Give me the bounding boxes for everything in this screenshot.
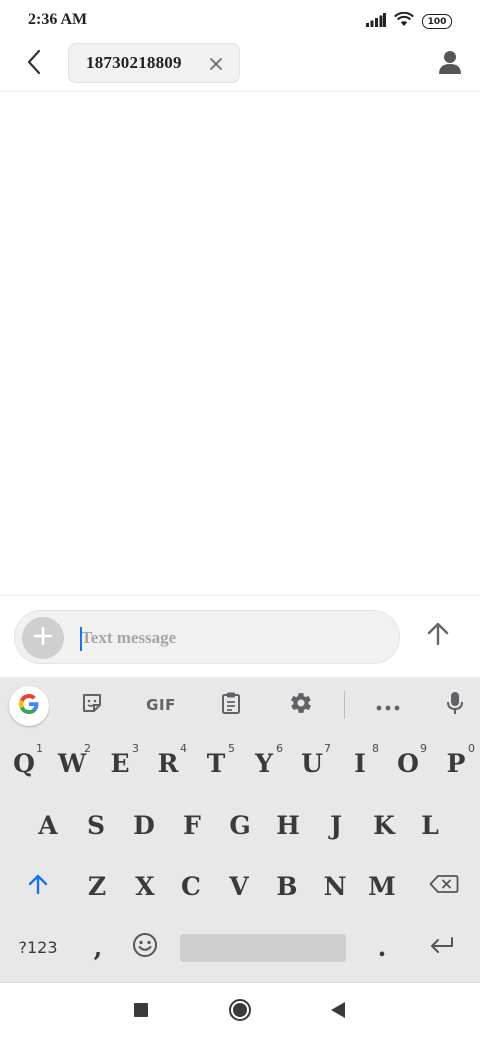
key-hint: 2 xyxy=(84,742,91,755)
back-arrow-icon xyxy=(26,49,42,79)
battery-icon: 100 xyxy=(422,14,452,29)
key-f[interactable]: F xyxy=(169,798,215,852)
key-x[interactable]: X xyxy=(122,859,168,913)
key-l[interactable]: L xyxy=(407,798,453,852)
key-hint: 9 xyxy=(420,742,427,755)
gif-button[interactable]: GIF xyxy=(140,688,182,722)
send-button[interactable] xyxy=(420,618,456,654)
text-caret xyxy=(80,627,82,651)
enter-icon xyxy=(429,936,455,958)
key-e[interactable]: E3 xyxy=(97,736,143,790)
home-button[interactable] xyxy=(223,995,257,1029)
sticker-button[interactable] xyxy=(74,688,110,722)
close-icon[interactable] xyxy=(207,55,225,73)
key-hint: 1 xyxy=(36,742,43,755)
comma-key[interactable]: , xyxy=(75,920,121,974)
message-thread-area xyxy=(0,92,480,594)
key-p[interactable]: P0 xyxy=(433,736,479,790)
key-hint: 6 xyxy=(276,742,283,755)
key-j[interactable]: J xyxy=(313,798,359,852)
back-triangle-icon xyxy=(330,1001,346,1023)
key-hint: 8 xyxy=(372,742,379,755)
recents-button[interactable] xyxy=(124,995,158,1029)
sticker-icon xyxy=(81,692,103,718)
key-i[interactable]: I8 xyxy=(337,736,383,790)
voice-input-button[interactable] xyxy=(437,688,473,722)
toolbar-divider xyxy=(344,691,345,719)
more-button[interactable] xyxy=(370,688,406,722)
gif-label: GIF xyxy=(146,696,176,714)
key-o[interactable]: O9 xyxy=(385,736,431,790)
key-s[interactable]: S xyxy=(73,798,119,852)
key-r[interactable]: R4 xyxy=(145,736,191,790)
back-button[interactable] xyxy=(18,48,50,80)
key-z[interactable]: Z xyxy=(74,859,120,913)
settings-gear-icon xyxy=(289,691,313,719)
settings-button[interactable] xyxy=(283,688,319,722)
keyboard: GIF Q 1 W 2 E 3 R 4 T 5 Y 6 U 7 I 8 O 9 … xyxy=(0,677,480,982)
key-v[interactable]: V xyxy=(216,859,262,913)
space-key[interactable] xyxy=(180,934,346,962)
key-d[interactable]: D xyxy=(121,798,167,852)
period-key[interactable]: . xyxy=(359,920,405,974)
key-hint: 5 xyxy=(228,742,235,755)
shift-arrow-icon xyxy=(28,873,48,899)
key-b[interactable]: B xyxy=(264,859,310,913)
key-a[interactable]: A xyxy=(25,798,71,852)
clipboard-button[interactable] xyxy=(213,688,249,722)
signal-icon xyxy=(366,12,386,31)
key-hint: 7 xyxy=(324,742,331,755)
status-bar: 2:36 AM 100 xyxy=(0,0,480,42)
text-message-input[interactable] xyxy=(79,621,379,655)
wifi-icon xyxy=(394,11,414,31)
google-icon xyxy=(17,692,41,720)
key-k[interactable]: K xyxy=(361,798,407,852)
compose-field xyxy=(14,610,400,664)
clipboard-icon xyxy=(221,691,241,719)
backspace-key[interactable] xyxy=(414,859,474,913)
symbols-key[interactable]: ?123 xyxy=(4,920,72,974)
key-y[interactable]: Y6 xyxy=(241,736,287,790)
key-hint: 0 xyxy=(468,742,475,755)
status-icons: 100 xyxy=(366,11,452,31)
key-m[interactable]: M xyxy=(359,859,405,913)
enter-key[interactable] xyxy=(416,920,468,974)
key-hint: 3 xyxy=(132,742,139,755)
emoji-key[interactable] xyxy=(124,920,166,974)
home-circle-icon xyxy=(228,998,252,1026)
key-u[interactable]: U7 xyxy=(289,736,335,790)
symbols-label: ?123 xyxy=(18,937,58,957)
key-h[interactable]: H xyxy=(265,798,311,852)
microphone-icon xyxy=(447,691,463,719)
backspace-icon xyxy=(429,874,459,898)
person-icon xyxy=(439,50,461,78)
more-dots-icon xyxy=(376,696,400,715)
key-q[interactable]: Q1 xyxy=(1,736,47,790)
recipient-chip[interactable]: 18730218809 xyxy=(68,43,240,83)
status-time: 2:36 AM xyxy=(28,11,88,28)
key-w[interactable]: W2 xyxy=(49,736,95,790)
key-t[interactable]: T5 xyxy=(193,736,239,790)
keyboard-toolbar: GIF xyxy=(0,677,480,733)
key-c[interactable]: C xyxy=(168,859,214,913)
key-g[interactable]: G xyxy=(217,798,263,852)
conversation-header: 18730218809 xyxy=(0,42,480,92)
key-hint: 4 xyxy=(180,742,187,755)
key-n[interactable]: N xyxy=(312,859,358,913)
compose-bar xyxy=(0,595,480,677)
back-nav-button[interactable] xyxy=(321,995,355,1029)
shift-key[interactable] xyxy=(6,859,70,913)
attach-button[interactable] xyxy=(22,617,64,659)
google-button[interactable] xyxy=(9,686,49,726)
recipient-number: 18730218809 xyxy=(86,53,182,72)
send-arrow-icon xyxy=(427,622,449,650)
emoji-icon xyxy=(132,932,158,962)
contact-button[interactable] xyxy=(434,48,466,80)
system-nav-bar xyxy=(0,982,480,1040)
recents-square-icon xyxy=(133,1002,149,1022)
plus-icon xyxy=(33,626,53,649)
